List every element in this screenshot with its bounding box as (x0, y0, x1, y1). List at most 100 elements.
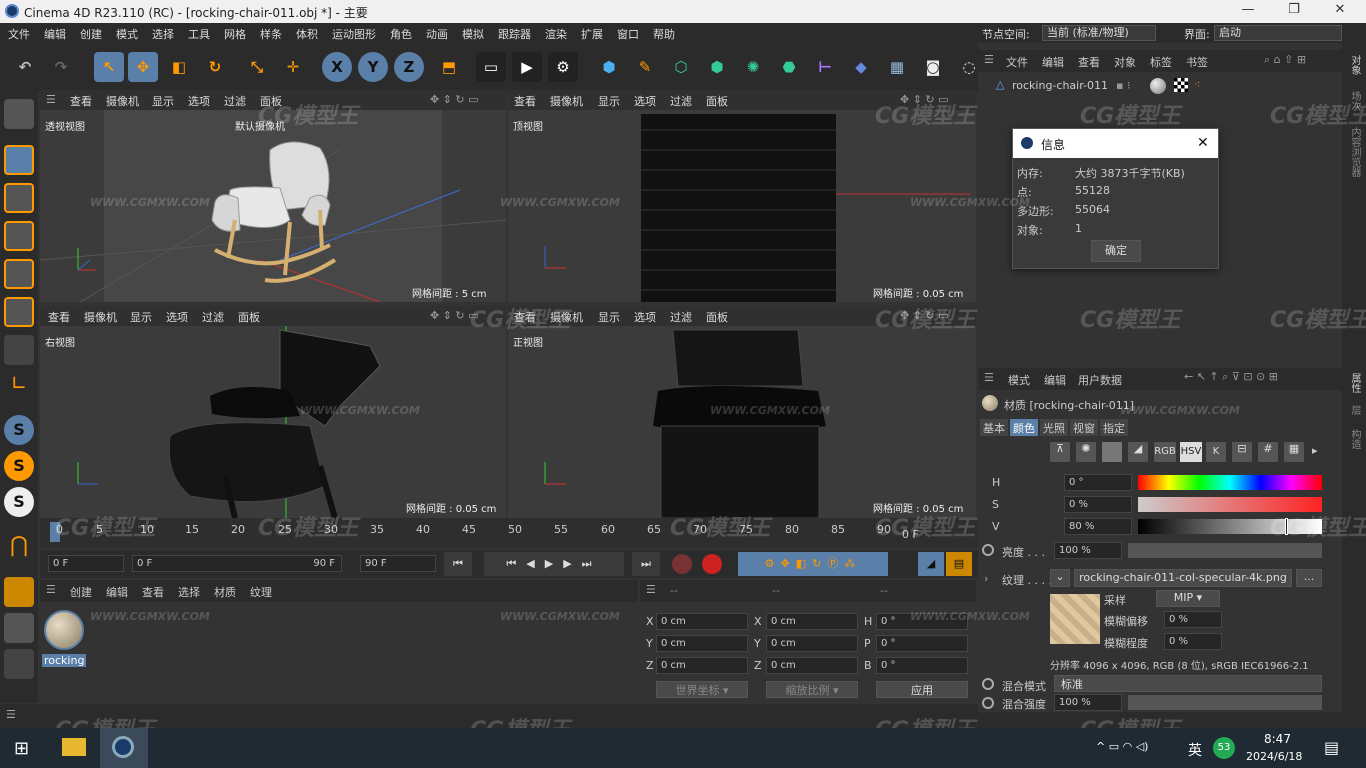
mograph-icon[interactable]: ⬣ (774, 52, 804, 82)
side-tab-objects[interactable]: 对象 (1347, 55, 1362, 75)
vp3-menu-camera[interactable]: 摄像机 (84, 309, 117, 325)
obj-menu-tags[interactable]: 标签 (1150, 54, 1172, 70)
mat-menu-view[interactable]: 查看 (142, 584, 164, 600)
viewport-front[interactable]: 正视图 网格间距 : 0.05 cm (508, 326, 976, 518)
obj-menu-object[interactable]: 对象 (1114, 54, 1136, 70)
make-editable-icon[interactable] (4, 99, 34, 129)
pen-icon[interactable]: ✎ (630, 52, 660, 82)
coord-rot-b[interactable]: 0 ° (876, 657, 968, 674)
node-space-dropdown[interactable]: 当前 (标准/物理) (1042, 25, 1156, 41)
playback-controls[interactable]: ⏮◀▶▶⏭ (484, 552, 624, 576)
blend-strength-anim-icon[interactable] (982, 697, 994, 709)
scale-mode-dropdown[interactable]: 缩放比例 ▾ (766, 681, 858, 698)
hue-slider[interactable] (1138, 475, 1322, 490)
close-button[interactable]: ✕ (1320, 2, 1360, 20)
file-explorer-icon[interactable] (62, 738, 86, 756)
menu-window[interactable]: 窗口 (617, 26, 639, 42)
texture-browse-button[interactable]: ... (1296, 569, 1322, 587)
vp3-menu-filter[interactable]: 过滤 (202, 309, 224, 325)
menu-mesh[interactable]: 网格 (224, 26, 246, 42)
undo-button[interactable]: ↶ (10, 52, 40, 82)
select-tool-icon[interactable]: ↖ (94, 52, 124, 82)
attr-menu-edit[interactable]: 编辑 (1044, 372, 1066, 388)
tab-viewport[interactable]: 视窗 (1070, 419, 1098, 436)
sound-icon[interactable]: ◢ (918, 552, 944, 576)
color-picker-icon[interactable]: ◢ (1128, 442, 1148, 462)
coord-size-x[interactable]: 0 cm (766, 613, 858, 630)
tab-basic[interactable]: 基本 (980, 419, 1008, 436)
scale-tool-icon[interactable]: ◧ (164, 52, 194, 82)
object-menu-icon[interactable]: ☰ (984, 53, 994, 66)
object-name[interactable]: rocking-chair-011 (1012, 79, 1108, 92)
vp4-menu-filter[interactable]: 过滤 (670, 309, 692, 325)
render-settings-icon[interactable]: ⚙ (548, 52, 578, 82)
apply-button[interactable]: 应用 (876, 681, 968, 698)
rotate-tool-icon[interactable]: ↻ (200, 52, 230, 82)
texture-preview[interactable] (1050, 594, 1100, 644)
solo-off-icon[interactable]: S (4, 487, 34, 517)
mat-menu-edit[interactable]: 编辑 (106, 584, 128, 600)
material-swatch[interactable] (44, 610, 84, 650)
cloner-icon[interactable]: ✺ (738, 52, 768, 82)
object-visibility-icon[interactable]: ▪ ⁝ (1116, 79, 1130, 92)
object-row[interactable]: △ rocking-chair-011 ▪ ⁝ ⁖ (978, 76, 1342, 96)
side-tab-structure[interactable]: 构造 (1347, 429, 1362, 449)
vp4-menu-panel[interactable]: 面板 (706, 309, 728, 325)
move-tool-icon[interactable]: ✥ (128, 52, 158, 82)
side-tab-layers[interactable]: 层 (1347, 405, 1362, 415)
start-frame-field[interactable]: 0 F (48, 555, 124, 572)
cube-icon[interactable]: ⬢ (594, 52, 624, 82)
menu-select[interactable]: 选择 (152, 26, 174, 42)
obj-menu-view[interactable]: 查看 (1078, 54, 1100, 70)
menu-tools[interactable]: 工具 (188, 26, 210, 42)
extrude-icon[interactable]: ⬢ (702, 52, 732, 82)
rgb-mode-button[interactable]: RGB (1154, 442, 1176, 462)
clock-time[interactable]: 8:47 (1264, 732, 1291, 746)
hsv-mode-button[interactable]: HSV (1180, 442, 1202, 462)
subdivision-icon[interactable]: ⬡ (666, 52, 696, 82)
object-toolbar-icons[interactable]: ⌕ ⌂ ⇧ ⊞ (1264, 53, 1306, 67)
menu-mograph[interactable]: 运动图形 (332, 26, 376, 42)
deformer-icon[interactable]: ⊢ (810, 52, 840, 82)
material-tag-icon[interactable] (1150, 78, 1166, 94)
polygons-mode-icon[interactable] (4, 297, 34, 327)
sampling-dropdown[interactable]: MIP ▾ (1156, 590, 1220, 607)
menu-mode[interactable]: 模式 (116, 26, 138, 42)
solo-icon[interactable]: S (4, 415, 34, 445)
brightness-anim-icon[interactable] (982, 544, 994, 556)
menu-animate[interactable]: 动画 (426, 26, 448, 42)
vp4-menu-options[interactable]: 选项 (634, 309, 656, 325)
axis-icon[interactable]: ✛ (278, 52, 308, 82)
vp4-menu-display[interactable]: 显示 (598, 309, 620, 325)
x-axis-icon[interactable]: X (322, 52, 352, 82)
expand-arrow-icon[interactable]: ▸ (1312, 444, 1318, 457)
menu-edit[interactable]: 编辑 (44, 26, 66, 42)
swatches-icon[interactable]: ▦ (1284, 442, 1304, 462)
blend-mode-anim-icon[interactable] (982, 678, 994, 690)
render-picture-icon[interactable]: ▶ (512, 52, 542, 82)
h-field[interactable]: 0 ° (1064, 474, 1132, 491)
vp3-menu-view[interactable]: 查看 (48, 309, 70, 325)
floor-icon[interactable]: ▦ (882, 52, 912, 82)
mat-menu-select[interactable]: 选择 (178, 584, 200, 600)
uvw-tag-icon[interactable] (1174, 78, 1188, 92)
mat-menu-texture[interactable]: 纹理 (250, 584, 272, 600)
menu-render[interactable]: 渲染 (545, 26, 567, 42)
vp2-menu-display[interactable]: 显示 (598, 93, 620, 109)
viewport-menu-icon[interactable]: ☰ (46, 93, 56, 106)
vp3-menu-panel[interactable]: 面板 (238, 309, 260, 325)
model-mode-icon[interactable] (4, 145, 34, 175)
texture-dropdown-arrow[interactable]: ⌄ (1050, 569, 1070, 587)
key-filter-icons[interactable]: ⚙✥◧↻Ⓟ⁂ (738, 552, 888, 576)
vp2-menu-filter[interactable]: 过滤 (670, 93, 692, 109)
kelvin-mode-button[interactable]: K (1206, 442, 1226, 462)
v-field[interactable]: 80 % (1064, 518, 1132, 535)
texture-expand-icon[interactable]: › (984, 572, 988, 585)
snap-magnet-icon[interactable]: ⋂ (4, 533, 34, 563)
camera-icon[interactable]: ◙ (918, 52, 948, 82)
tab-illumination[interactable]: 光照 (1040, 419, 1068, 436)
blend-strength-field[interactable]: 100 % (1054, 694, 1122, 711)
attribute-nav-icons[interactable]: ← ↖ ↑ ⌕ ⊽ ⊡ ⊙ ⊞ (1184, 370, 1278, 384)
world-coords-dropdown[interactable]: 世界坐标 ▾ (656, 681, 748, 698)
coord-size-z[interactable]: 0 cm (766, 657, 858, 674)
